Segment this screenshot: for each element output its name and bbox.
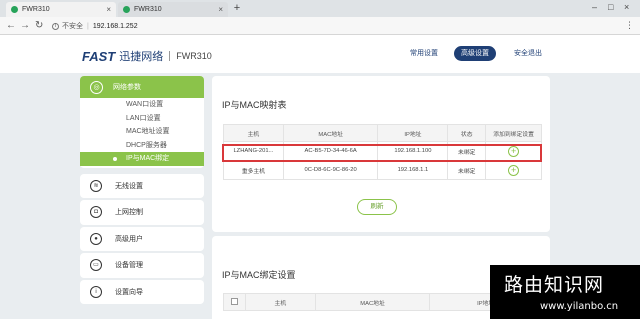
- forward-icon[interactable]: →: [20, 20, 30, 31]
- brand-logo: FAST 迅捷网络 FWR310: [82, 48, 212, 64]
- cell-ip: 192.168.1.1: [377, 160, 449, 180]
- brand-name-cn: 迅捷网络: [119, 51, 164, 63]
- divider: [169, 51, 171, 61]
- url-text: 192.168.1.252: [92, 22, 138, 30]
- cell-host: 重多主机: [223, 160, 284, 180]
- sidebar-subitem-lan[interactable]: LAN口设置: [80, 112, 204, 126]
- sidebar-item-device-management[interactable]: ▭ 设备管理: [80, 253, 204, 278]
- tab-close-icon[interactable]: ×: [218, 5, 223, 14]
- table-row: 重多主机 0C-D8-6C-9C-86-20 192.168.1.1 未绑定 +: [223, 160, 542, 180]
- favicon-icon: [11, 6, 18, 13]
- info-icon[interactable]: i: [52, 22, 59, 30]
- security-label: 不安全: [62, 23, 83, 30]
- brand-name: FAST: [82, 48, 116, 64]
- url-field[interactable]: i 不安全 | 192.168.1.252: [52, 20, 612, 32]
- sidebar-subitem-wan[interactable]: WAN口设置: [80, 98, 204, 112]
- cell-mac: 0C-D8-6C-9C-86-20: [282, 160, 379, 180]
- select-all-header: [223, 293, 246, 311]
- select-all-checkbox[interactable]: [230, 297, 238, 305]
- shield-icon: ◘: [90, 206, 102, 219]
- sidebar-item-setup-wizard[interactable]: i 设置向导: [80, 279, 204, 304]
- user-icon: ●: [90, 232, 102, 245]
- sidebar-item-label: 上网控制: [115, 209, 143, 217]
- sidebar: ◎ 网络参数 WAN口设置 LAN口设置 MAC地址设置 DHCP服务器 IP与…: [80, 76, 204, 306]
- browser-tab-active[interactable]: FWR310 ×: [6, 2, 116, 17]
- column-header: 状态: [447, 124, 487, 142]
- new-tab-icon[interactable]: +: [230, 3, 244, 15]
- nav-common-settings[interactable]: 常用设置: [404, 46, 444, 61]
- cell-status: 未绑定: [447, 160, 487, 180]
- column-header: 主机: [244, 293, 316, 311]
- tab-title: FWR310: [134, 6, 162, 13]
- column-header: MAC地址: [314, 293, 431, 311]
- sidebar-subitem-mac[interactable]: MAC地址设置: [80, 125, 204, 139]
- sidebar-item-network[interactable]: ◎ 网络参数: [80, 76, 204, 98]
- column-header: 添加到绑定设置: [485, 124, 542, 142]
- nav-advanced-settings[interactable]: 高级设置: [454, 46, 496, 61]
- sidebar-item-label: 设备管理: [115, 262, 143, 270]
- browser-menu-icon[interactable]: ⋮: [625, 20, 634, 31]
- highlight-box: [222, 144, 542, 162]
- watermark-title: 路由知识网: [504, 274, 605, 296]
- column-header: MAC地址: [282, 124, 379, 142]
- sidebar-item-access-control[interactable]: ◘ 上网控制: [80, 200, 204, 225]
- wifi-icon: ≋: [90, 179, 102, 192]
- sidebar-group-network: ◎ 网络参数 WAN口设置 LAN口设置 MAC地址设置 DHCP服务器 IP与…: [80, 76, 204, 168]
- browser-tab-bar: FWR310 × FWR310 × + – □ ×: [0, 0, 640, 17]
- favicon-icon: [123, 6, 130, 13]
- info-icon: i: [90, 285, 102, 298]
- sidebar-item-label: 设置向导: [115, 288, 143, 296]
- sidebar-item-advanced-user[interactable]: ● 高级用户: [80, 226, 204, 251]
- model-name: FWR310: [176, 51, 212, 61]
- tab-close-icon[interactable]: ×: [106, 5, 111, 14]
- sidebar-item-wireless[interactable]: ≋ 无线设置: [80, 173, 204, 198]
- browser-tab-inactive[interactable]: FWR310 ×: [118, 2, 228, 17]
- device-icon: ▭: [90, 259, 102, 272]
- sidebar-item-label: 网络参数: [113, 84, 141, 91]
- close-window-icon[interactable]: ×: [624, 2, 629, 12]
- mapping-table-title: IP与MAC映射表: [222, 100, 287, 110]
- sidebar-item-label: 无线设置: [115, 182, 143, 190]
- reload-icon[interactable]: ↻: [35, 20, 43, 31]
- sidebar-subitem-dhcp[interactable]: DHCP服务器: [80, 139, 204, 153]
- cell-add: +: [485, 160, 542, 180]
- binding-settings-title: IP与MAC绑定设置: [222, 270, 296, 280]
- column-header: 主机: [223, 124, 284, 142]
- watermark: 路由知识网 www.yilanbo.cn: [490, 265, 640, 319]
- refresh-button[interactable]: 刷新: [357, 199, 397, 215]
- globe-icon: ◎: [90, 80, 103, 94]
- watermark-url: www.yilanbo.cn: [540, 301, 619, 312]
- back-icon[interactable]: ←: [6, 20, 16, 31]
- address-bar: ← → ↻ i 不安全 | 192.168.1.252 ⋮: [0, 17, 640, 35]
- sidebar-subitem-ip-mac-binding[interactable]: IP与MAC绑定: [80, 152, 204, 166]
- nav-logout[interactable]: 安全退出: [508, 46, 548, 61]
- maximize-icon[interactable]: □: [608, 2, 613, 12]
- divider: |: [87, 22, 89, 30]
- add-binding-icon[interactable]: +: [508, 164, 520, 176]
- tab-title: FWR310: [22, 6, 50, 13]
- sidebar-item-label: 高级用户: [115, 235, 143, 243]
- minimize-icon[interactable]: –: [592, 2, 597, 12]
- column-header: IP地址: [377, 124, 449, 142]
